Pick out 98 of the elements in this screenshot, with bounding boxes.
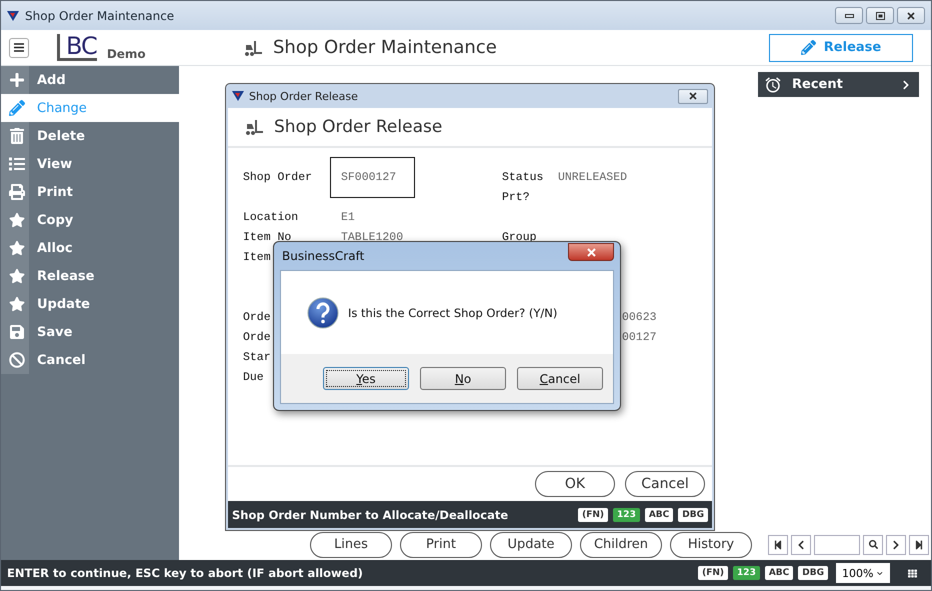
pencil-icon (800, 40, 816, 55)
sidebar-item[interactable]: Save (1, 318, 179, 346)
action-button[interactable]: Update (490, 532, 572, 558)
last-page-icon (914, 540, 924, 550)
field-value: 00127 (622, 330, 657, 344)
question-icon (307, 296, 339, 328)
first-page-icon (773, 540, 783, 550)
app-logo-icon (232, 91, 244, 101)
maximize-icon (876, 12, 884, 20)
close-button[interactable] (678, 88, 708, 104)
previous-button[interactable] (791, 534, 811, 554)
field-label: Item No (243, 230, 292, 244)
alarm-clock-icon (764, 76, 782, 94)
chevron-left-icon (796, 540, 806, 550)
close-button[interactable] (568, 243, 614, 261)
field-label: Location (243, 210, 298, 224)
mode-badge[interactable]: ABC (644, 508, 674, 522)
dialog-title: Shop Order Release (249, 90, 358, 102)
field-label: Due (243, 370, 264, 384)
mode-badge[interactable]: DBG (678, 508, 708, 522)
field-value: UNRELEASED (558, 170, 628, 184)
sidebar-item[interactable]: Add (1, 66, 179, 94)
menu-button[interactable] (9, 38, 29, 58)
page-title: Shop Order Maintenance (273, 37, 497, 58)
next-button[interactable] (886, 534, 906, 554)
sidebar-item[interactable]: Update (1, 290, 179, 318)
sidebar-item[interactable]: Delete (1, 122, 179, 150)
dialog-button[interactable]: Cancel (625, 471, 705, 497)
star-icon (8, 240, 24, 256)
forklift-icon (246, 119, 264, 135)
window-title: Shop Order Maintenance (25, 8, 174, 22)
field-label: Group (502, 230, 537, 244)
search-icon (868, 540, 878, 549)
minimize-button[interactable] (835, 7, 863, 24)
field-label: Status (502, 170, 544, 184)
maximize-button[interactable] (866, 7, 894, 24)
printer-icon (8, 184, 24, 200)
close-icon (689, 92, 697, 100)
star-icon (8, 212, 24, 228)
message-text: Is this the Correct Shop Order? (Y/N) (348, 306, 558, 320)
close-icon (586, 248, 596, 256)
pencil-icon (8, 100, 24, 116)
message-box-title: BusinessCraft (282, 249, 364, 263)
field-value: E1 (341, 210, 355, 224)
star-icon (8, 268, 24, 284)
search-button[interactable] (863, 534, 883, 554)
field-label: Shop Order (243, 170, 312, 184)
field-label: Orde (243, 310, 271, 324)
sidebar-item[interactable]: Cancel (1, 346, 179, 374)
sidebar-item[interactable]: Copy (1, 206, 179, 234)
action-button[interactable]: History (670, 532, 752, 558)
recent-label: Recent (792, 77, 843, 92)
action-button[interactable]: Lines (310, 532, 392, 558)
recent-panel[interactable]: Recent (758, 72, 919, 97)
mode-badge[interactable]: ABC (764, 566, 794, 580)
field-label: Prt? (502, 190, 530, 204)
chevron-right-icon (901, 80, 911, 90)
dialog-button[interactable]: Yes (323, 367, 409, 390)
logo-caption: Demo (106, 47, 146, 61)
forklift-icon (245, 40, 263, 56)
list-icon (8, 156, 24, 172)
plus-icon (8, 72, 24, 88)
action-button[interactable]: Children (580, 532, 662, 558)
close-button[interactable] (897, 7, 925, 24)
sidebar-item[interactable]: Print (1, 178, 179, 206)
field-label: Star (243, 350, 271, 364)
menu-icon (14, 43, 24, 52)
sidebar-item[interactable]: Release (1, 262, 179, 290)
dialog-heading: Shop Order Release (274, 117, 442, 137)
sidebar-item[interactable]: Alloc (1, 234, 179, 262)
status-message: Shop Order Number to Allocate/Deallocate (232, 508, 508, 522)
star-icon (8, 296, 24, 312)
shop-order-field[interactable]: SF000127 (330, 157, 415, 198)
app-logo-icon (7, 10, 19, 20)
action-button[interactable]: Print (400, 532, 482, 558)
field-value: TABLE1200 (341, 230, 404, 244)
page-field[interactable] (814, 534, 860, 554)
field-label: Item (243, 250, 271, 264)
logo: BC (57, 34, 97, 61)
mode-badge[interactable]: (FN) (578, 508, 608, 522)
last-page-button[interactable] (909, 534, 929, 554)
field-label: Orde (243, 330, 271, 344)
sidebar-item[interactable]: View (1, 150, 179, 178)
dialog-button[interactable]: OK (535, 471, 615, 497)
minimize-icon (844, 14, 854, 18)
zoom-dropdown[interactable]: 100% (836, 563, 890, 583)
trash-icon (8, 128, 24, 144)
close-icon (907, 12, 915, 20)
dialog-button[interactable]: No (420, 367, 506, 390)
mode-badge[interactable]: (FN) (698, 566, 728, 580)
field-value: 00623 (622, 310, 657, 324)
ban-icon (8, 352, 24, 368)
chevron-right-icon (891, 540, 901, 550)
mode-badge[interactable]: DBG (798, 566, 828, 580)
first-page-button[interactable] (768, 534, 788, 554)
status-message: ENTER to continue, ESC key to abort (IF abort allowed) (7, 566, 363, 580)
grid-icon (908, 568, 917, 578)
dialog-button[interactable]: Cancel (517, 367, 603, 390)
